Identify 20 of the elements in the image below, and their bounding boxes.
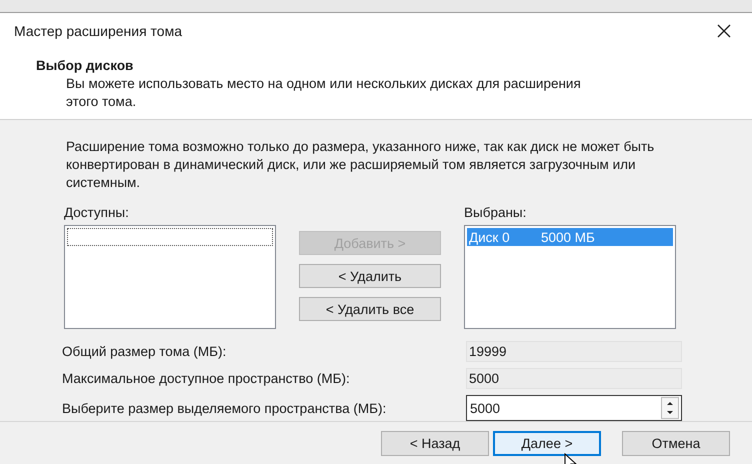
field-label: Общий размер тома (МБ):	[62, 344, 226, 359]
back-button[interactable]: < Назад	[381, 430, 489, 456]
next-button[interactable]: Далее >	[493, 430, 601, 456]
close-icon[interactable]	[716, 23, 732, 39]
field-label: Выберите размер выделяемого пространства (МБ):	[62, 400, 386, 416]
list-label: Доступны:	[64, 205, 130, 222]
window-title: Мастер расширения тома	[14, 23, 182, 39]
cancel-button[interactable]: Отмена	[622, 430, 730, 456]
readonly-field: 19999	[466, 341, 682, 362]
page-subtitle: Вы можете использовать место на одном или нескольких дисках для расширения этого тома.	[66, 75, 582, 111]
remove-button[interactable]: < Удалить	[299, 264, 441, 288]
page-title: Выбор дисков	[36, 58, 134, 73]
list-label: Выбраны:	[464, 205, 528, 222]
description-text: Расширение тома возможно только до размера, указанного ниже, так как диск не может быть конвертирован в динамический диск, или же расширяемый том является загрузочным или системным.	[66, 138, 656, 192]
field-label: Максимальное доступное пространство (МБ):	[62, 371, 350, 386]
spinner-arrows-icon[interactable]	[661, 397, 679, 419]
readonly-field: 5000	[466, 368, 682, 389]
remove-button[interactable]: < Удалить все	[299, 297, 441, 321]
available-list[interactable]	[64, 225, 276, 329]
size-spinner[interactable]: 5000	[466, 395, 682, 421]
